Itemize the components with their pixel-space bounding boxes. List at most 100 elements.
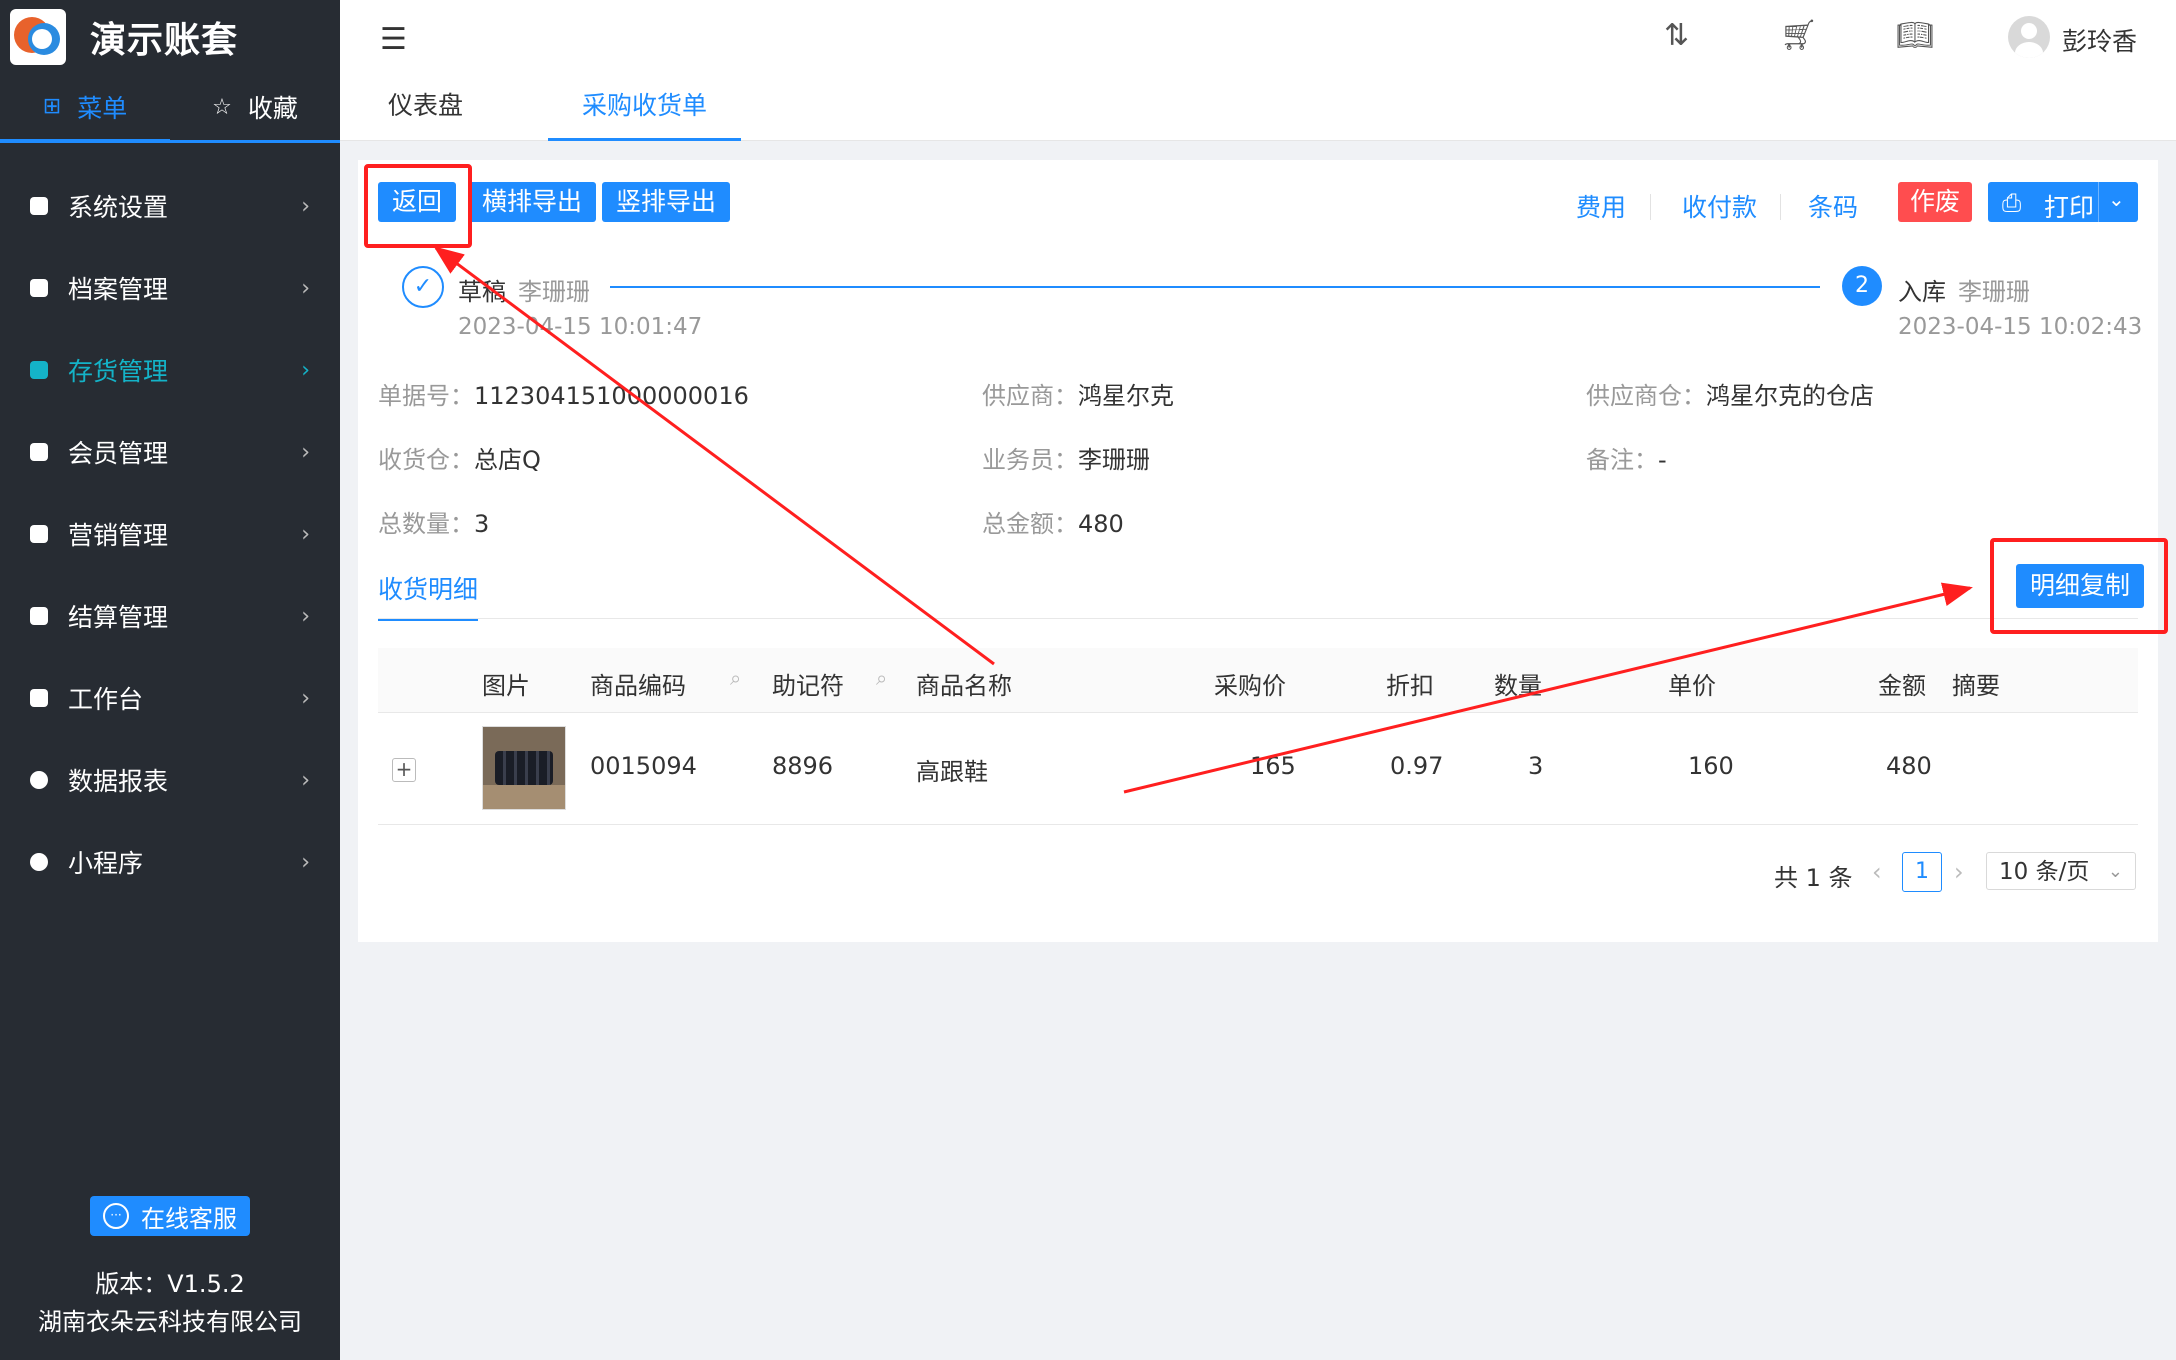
- chevron-right-icon: ›: [301, 767, 310, 793]
- menu-fold-icon[interactable]: ☰: [380, 22, 407, 57]
- sidebar-tabs: ⊞ 菜单 ☆ 收藏: [0, 74, 340, 143]
- divider: [1780, 194, 1781, 220]
- remark-field: 备注：-: [1586, 440, 1667, 475]
- sidebar-item-inventory[interactable]: 存货管理 ›: [0, 329, 340, 411]
- column-header: 商品名称: [916, 672, 1012, 700]
- sidebar-item-miniprogram[interactable]: 小程序 ›: [0, 821, 340, 903]
- supplier-field: 供应商：鸿星尔克: [982, 376, 1174, 411]
- step-1-time: 2023-04-15 10:01:47: [458, 314, 703, 340]
- page-size-select[interactable]: 10 条/页 ⌄: [1986, 852, 2136, 890]
- cell-product-name: 高跟鞋: [916, 758, 988, 786]
- tab-favorites[interactable]: ☆ 收藏: [170, 74, 340, 140]
- top-header: ☰ ⇅ 🛒︎ 📖︎ 彭玲香: [340, 0, 2176, 75]
- username[interactable]: 彭玲香: [2062, 22, 2137, 58]
- export-vertical-button[interactable]: 竖排导出: [602, 182, 731, 222]
- page-size-value: 10 条/页: [1999, 859, 2090, 885]
- search-icon[interactable]: ⌕: [876, 666, 887, 690]
- annotation-box-back: [364, 164, 472, 248]
- sidebar-item-label: 结算管理: [68, 603, 169, 632]
- sidebar-item-reports[interactable]: 数据报表 ›: [0, 739, 340, 821]
- grid-icon: ⊞: [42, 94, 62, 119]
- cell-quantity: 3: [1528, 752, 1544, 780]
- sidebar-item-system-settings[interactable]: 系统设置 ›: [0, 165, 340, 247]
- search-icon[interactable]: ⌕: [730, 666, 741, 690]
- cube-icon: [30, 361, 48, 379]
- pagination-total: 共 1 条: [1774, 864, 1853, 892]
- print-button[interactable]: ⎙ 打印 ⌄: [1988, 182, 2138, 222]
- column-header[interactable]: 商品编码: [590, 666, 686, 701]
- field-value: 112304151000000016: [474, 382, 749, 410]
- export-horizontal-button[interactable]: 横排导出: [468, 182, 597, 222]
- total-quantity-field: 总数量：3: [378, 504, 489, 539]
- monitor-icon: [30, 689, 48, 707]
- chevron-right-icon: ›: [301, 521, 310, 547]
- field-value: 总店Q: [474, 446, 541, 474]
- product-image[interactable]: [482, 726, 566, 810]
- sidebar-item-label: 系统设置: [68, 193, 169, 222]
- fee-link[interactable]: 费用: [1576, 188, 1626, 224]
- table-header: 图片 商品编码 ⌕ 助记符 ⌕ 商品名称 采购价 折扣 数量 单价 金额 摘要: [378, 648, 2138, 713]
- field-value: 鸿星尔克的仓店: [1706, 382, 1874, 410]
- wallet-icon: [30, 607, 48, 625]
- sidebar-item-marketing[interactable]: 营销管理 ›: [0, 493, 340, 575]
- field-label: 总金额：: [982, 510, 1078, 538]
- sidebar-item-label: 数据报表: [68, 767, 169, 796]
- sidebar-item-label: 会员管理: [68, 439, 169, 468]
- online-service-button[interactable]: ··· 在线客服: [90, 1196, 250, 1236]
- chat-icon: ···: [103, 1203, 129, 1229]
- tab-menu-label: 菜单: [77, 93, 128, 123]
- step-2-user: 李珊珊: [1958, 278, 2030, 306]
- chevron-right-icon: ›: [301, 685, 310, 711]
- barcode-link[interactable]: 条码: [1808, 188, 1858, 224]
- step-2-name: 入库: [1898, 278, 1946, 306]
- chevron-right-icon[interactable]: ›: [1954, 858, 1964, 886]
- miniprogram-icon: [30, 853, 48, 871]
- column-header[interactable]: 助记符: [772, 666, 844, 701]
- version-text: 版本：V1.5.2: [95, 1270, 245, 1298]
- settings-icon: [30, 197, 48, 215]
- column-header: 折扣: [1386, 672, 1434, 700]
- column-header: 摘要: [1952, 672, 2000, 700]
- cell-discount: 0.97: [1390, 752, 1444, 780]
- sidebar-item-archive[interactable]: 档案管理 ›: [0, 247, 340, 329]
- sort-az-icon[interactable]: ⇅: [1664, 18, 1689, 53]
- sidebar-item-settlement[interactable]: 结算管理 ›: [0, 575, 340, 657]
- step-2-time: 2023-04-15 10:02:43: [1898, 314, 2143, 340]
- chevron-right-icon: ›: [301, 193, 310, 219]
- chevron-right-icon: ›: [301, 603, 310, 629]
- tab-dashboard[interactable]: 仪表盘: [388, 74, 463, 138]
- app-logo: [10, 9, 66, 65]
- tab-purchase-receipt[interactable]: 采购收货单: [548, 74, 742, 141]
- total-amount-field: 总金额：480: [982, 504, 1124, 539]
- field-label: 收货仓：: [378, 446, 474, 474]
- sidebar: 演示账套 ⊞ 菜单 ☆ 收藏 系统设置 › 档案管理 › 存货管理 › 会员管理 › 营…: [0, 0, 340, 1360]
- void-button[interactable]: 作废: [1898, 182, 1973, 222]
- page-tabs: 仪表盘 采购收货单: [340, 74, 2176, 141]
- chevron-left-icon[interactable]: ‹: [1872, 858, 1882, 886]
- cart-icon[interactable]: 🛒︎: [1780, 18, 1818, 53]
- sidebar-item-members[interactable]: 会员管理 ›: [0, 411, 340, 493]
- sidebar-item-workbench[interactable]: 工作台 ›: [0, 657, 340, 739]
- page-number-button[interactable]: 1: [1902, 852, 1942, 892]
- payment-link[interactable]: 收付款: [1682, 188, 1757, 224]
- chevron-down-icon[interactable]: ⌄: [2108, 187, 2125, 211]
- book-icon[interactable]: 📖︎: [1896, 18, 1934, 53]
- divider: [2098, 182, 2099, 222]
- avatar[interactable]: [2008, 16, 2050, 58]
- sidebar-item-label: 营销管理: [68, 521, 169, 550]
- receipt-card: 返回 横排导出 竖排导出 费用 收付款 条码 作废 ⎙ 打印 ⌄ ✓ 草稿 李珊…: [358, 160, 2158, 942]
- chevron-right-icon: ›: [301, 275, 310, 301]
- member-card-icon: [30, 443, 48, 461]
- tab-menu[interactable]: ⊞ 菜单: [0, 74, 170, 143]
- divider: [378, 618, 2138, 619]
- star-icon: ☆: [212, 94, 232, 120]
- expand-row-button[interactable]: +: [392, 758, 416, 782]
- cell-product-code: 0015094: [590, 752, 697, 780]
- field-label: 业务员：: [982, 446, 1078, 474]
- column-header: 单价: [1668, 672, 1716, 700]
- cell-amount: 480: [1886, 752, 1932, 780]
- field-label: 备注：: [1586, 446, 1658, 474]
- tab-receipt-detail[interactable]: 收货明细: [378, 570, 479, 621]
- chevron-right-icon: ›: [301, 357, 310, 383]
- salesman-field: 业务员：李珊珊: [982, 440, 1150, 475]
